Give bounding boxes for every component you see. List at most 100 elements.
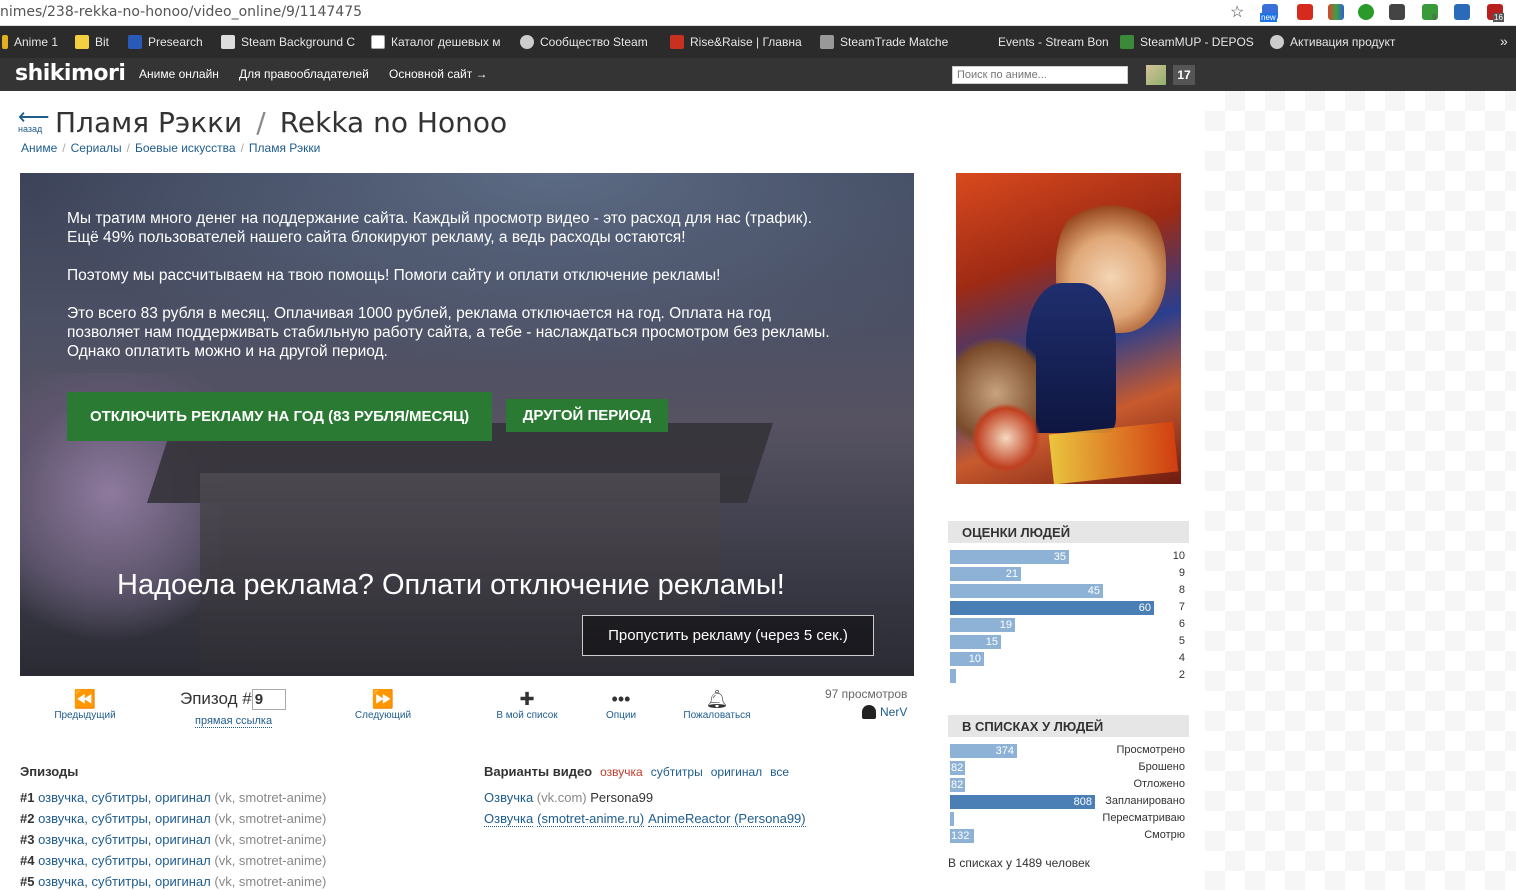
options-label: Опции (605, 710, 637, 721)
more-dots-icon: ••• (611, 689, 631, 709)
episode-links[interactable]: озвучка, субтитры, оригинал (38, 832, 211, 847)
folder-icon (75, 35, 89, 49)
filter-dub[interactable]: озвучка (600, 765, 643, 779)
ad-text-line: Ещё 49% пользователей нашего сайта блоки… (67, 229, 686, 246)
extension-glasses-icon[interactable] (1389, 4, 1405, 20)
fast-forward-icon: ⏩ (371, 689, 395, 709)
bookmark-catalog[interactable]: Каталог дешевых м (371, 35, 501, 49)
rating-bar: 10 (950, 652, 984, 666)
add-list-label: В мой список (496, 710, 558, 721)
list-status-label: Запланировано (1105, 795, 1185, 807)
more-bookmarks-icon[interactable]: » (1500, 33, 1508, 49)
list-item: #3 озвучка, субтитры, оригинал (vk, smot… (20, 832, 326, 847)
variant-kind: Озвучка (484, 811, 534, 827)
nine-badge: 9 (1432, 13, 1437, 22)
list-item: #1 озвучка, субтитры, оригинал (vk, smot… (20, 790, 326, 805)
skip-ad-button[interactable]: Пропустить рекламу (через 5 сек.) (582, 615, 874, 656)
list-bar: 82 (950, 778, 965, 792)
breadcrumb-current[interactable]: Пламя Рэкки (249, 141, 320, 155)
previous-episode-button[interactable]: ⏪ Предыдущий (50, 688, 120, 721)
video-variant[interactable]: Озвучка (smotret-anime.ru) AnimeReactor (P… (484, 811, 806, 827)
disable-ads-year-button[interactable]: ОТКЛЮЧИТЬ РЕКЛАМУ НА ГОД (83 РУБЛЯ/МЕСЯЦ… (67, 392, 492, 441)
search-input[interactable] (952, 66, 1128, 84)
filter-subs[interactable]: субтитры (651, 765, 703, 779)
report-button[interactable]: 🔔︎ Пожаловаться (680, 688, 754, 721)
episode-number: #1 (20, 790, 35, 805)
view-count: 97 просмотров (825, 687, 908, 701)
episode-number-input[interactable] (251, 689, 286, 711)
ad-headline: Надоела реклама? Оплати отключение рекла… (117, 569, 785, 601)
video-player-ad[interactable]: Мы тратим много денег на поддержание сай… (20, 173, 914, 676)
extension-ublock-icon[interactable]: 16 (1487, 4, 1504, 22)
options-button[interactable]: ••• Опции (602, 688, 640, 721)
bookmark-steam-bg[interactable]: Steam Background C (221, 35, 355, 49)
episode-links[interactable]: озвучка, субтитры, оригинал (38, 790, 211, 805)
site-logo[interactable]: shikimori (15, 61, 126, 86)
bookmark-steam-community[interactable]: Сообщество Steam (520, 35, 648, 49)
video-variant[interactable]: Озвучка (vk.com) Persona99 (484, 790, 653, 805)
add-to-list-button[interactable]: ✚ В мой список (492, 688, 562, 721)
variant-host: (vk.com) (536, 790, 587, 805)
riseraise-icon (670, 35, 684, 49)
bookmark-riseraise[interactable]: Rise&Raise | Главна (670, 35, 802, 49)
report-label: Пожаловаться (683, 710, 751, 721)
bookmark-star-icon[interactable]: ☆ (1230, 2, 1244, 22)
bookmark-label: Rise&Raise | Главна (690, 35, 802, 49)
presearch-icon (128, 35, 142, 49)
bookmark-presearch[interactable]: Presearch (128, 35, 203, 49)
bookmark-label: Steam Background C (241, 35, 356, 49)
breadcrumb-martial-arts[interactable]: Боевые искусства (135, 141, 236, 155)
extension-grid-icon[interactable] (1328, 4, 1344, 20)
rating-score-label: 5 (1178, 635, 1185, 647)
next-episode-button[interactable]: ⏩ Следующий (350, 688, 416, 721)
bookmark-activation[interactable]: Активация продукт (1270, 35, 1395, 49)
other-period-button[interactable]: ДРУГОЙ ПЕРИОД (506, 399, 668, 432)
document-icon (371, 35, 385, 49)
bookmark-label: Сообщество Steam (540, 35, 648, 49)
rating-score-label: 9 (1178, 567, 1185, 579)
extension-shield-icon[interactable]: 9 (1422, 4, 1438, 22)
list-item: #2 озвучка, субтитры, оригинал (vk, smot… (20, 811, 326, 826)
avatar[interactable] (1146, 65, 1166, 85)
bookmark-anime1[interactable]: Anime 1 (2, 35, 58, 49)
bookmark-steammup[interactable]: SteamMUP - DEPOS (1120, 35, 1254, 49)
nav-copyright[interactable]: Для правообладателей (239, 67, 369, 81)
nav-main-site[interactable]: Основной сайт → (389, 67, 488, 81)
extension-person-icon[interactable] (1454, 4, 1470, 20)
back-link[interactable]: ⟵ назад (18, 106, 50, 135)
uploader-link[interactable]: NerV (862, 705, 907, 719)
rating-bar: 60 (950, 601, 1154, 615)
list-bar: 132 (950, 829, 974, 843)
url-text[interactable]: nimes/238-rekka-no-honoo/video_online/9/… (0, 4, 362, 20)
episode-links[interactable]: озвучка, субтитры, оригинал (38, 874, 211, 889)
bookmark-steamtrade[interactable]: SteamTrade Matche (820, 35, 948, 49)
extension-star-icon[interactable] (1297, 4, 1313, 20)
episode-number: #5 (20, 874, 35, 889)
rating-bar: 15 (950, 635, 1001, 649)
episode-label: Эпизод # (180, 689, 252, 708)
site-header: shikimori Аниме онлайн Для правообладате… (0, 58, 1516, 91)
direct-link[interactable]: прямая ссылка (195, 715, 273, 728)
notification-count[interactable]: 17 (1173, 65, 1195, 85)
nav-anime-online[interactable]: Аниме онлайн (139, 67, 219, 81)
episode-links[interactable]: озвучка, субтитры, оригинал (38, 853, 211, 868)
filter-original[interactable]: оригинал (711, 765, 762, 779)
episode-selector: Эпизод # (180, 689, 286, 711)
variant-kind: Озвучка (484, 790, 534, 805)
filter-all[interactable]: все (770, 765, 789, 779)
uploader-avatar-icon (862, 705, 876, 719)
plus-icon: ✚ (519, 689, 535, 709)
extension-new-icon[interactable]: new (1260, 4, 1278, 22)
anime-poster[interactable] (956, 173, 1181, 484)
breadcrumb-separator: / (62, 141, 66, 155)
episode-links[interactable]: озвучка, субтитры, оригинал (38, 811, 211, 826)
sixteen-badge: 16 (1493, 13, 1504, 22)
breadcrumb-series[interactable]: Сериалы (71, 141, 122, 155)
bookmark-events[interactable]: Events - Stream Bon (978, 35, 1109, 49)
extension-circle-icon[interactable] (1358, 4, 1374, 20)
browser-url-bar[interactable]: nimes/238-rekka-no-honoo/video_online/9/… (0, 0, 1516, 26)
previous-label: Предыдущий (54, 710, 116, 721)
bookmark-bit[interactable]: Bit (75, 35, 109, 49)
rewind-icon: ⏪ (73, 689, 97, 709)
breadcrumb-anime[interactable]: Аниме (21, 141, 57, 155)
